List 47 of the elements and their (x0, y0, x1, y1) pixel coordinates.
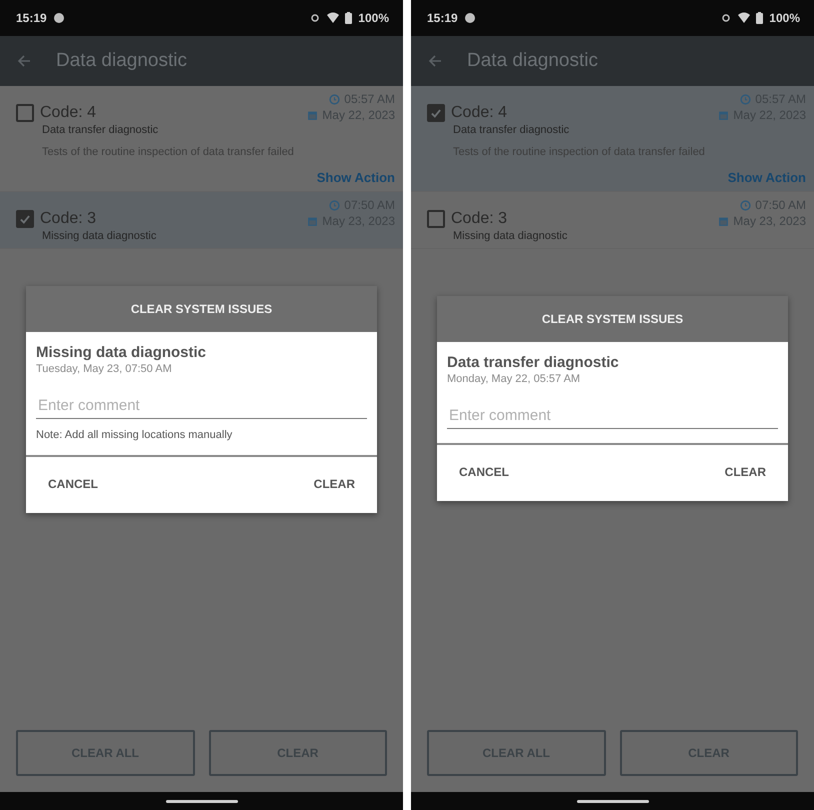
checkbox[interactable] (16, 210, 34, 228)
app-notification-icon (464, 12, 476, 24)
battery-icon (345, 12, 352, 24)
dialog-header: CLEAR SYSTEM ISSUES (26, 286, 377, 332)
calendar-icon (718, 216, 730, 226)
issue-code: Code: 4 (40, 104, 96, 122)
calendar-icon (718, 110, 730, 120)
home-handle[interactable] (576, 800, 648, 802)
issue-code: Code: 4 (451, 104, 508, 122)
issue-name: Missing data diagnostic (453, 230, 568, 242)
status-time: 15:19 (16, 11, 47, 25)
screen-title: Data diagnostic (467, 50, 598, 72)
wifi-icon (327, 12, 340, 24)
dialog-title: Data transfer diagnostic (447, 354, 620, 371)
screen-title: Data diagnostic (56, 50, 187, 72)
back-icon[interactable] (16, 53, 32, 69)
issue-code: Code: 3 (451, 210, 508, 228)
issue-name: Data transfer diagnostic (453, 124, 570, 136)
show-action-link[interactable]: Show Action (728, 170, 806, 185)
clock-icon (740, 94, 752, 104)
issue-name: Missing data diagnostic (42, 230, 158, 242)
back-icon[interactable] (427, 53, 443, 69)
checkbox[interactable] (427, 210, 445, 228)
issue-code: Code: 3 (40, 210, 96, 228)
issue-name: Data transfer diagnostic (42, 124, 160, 136)
sync-icon (309, 12, 322, 24)
battery-icon (756, 12, 764, 24)
clock-icon (740, 200, 752, 210)
dialog-subtitle: Monday, May 22, 05:57 AM (447, 373, 582, 385)
checkbox[interactable] (427, 104, 445, 122)
battery-level: 100% (358, 11, 389, 25)
battery-level: 100% (769, 11, 800, 25)
dialog-note: Note: Add all missing locations manually (36, 429, 234, 441)
wifi-icon (738, 12, 750, 24)
home-handle[interactable] (166, 800, 238, 802)
dialog-subtitle: Tuesday, May 23, 07:50 AM (36, 363, 173, 375)
dialog-header: CLEAR SYSTEM ISSUES (437, 296, 788, 342)
calendar-icon (307, 216, 318, 226)
clock-icon (329, 200, 340, 210)
app-notification-icon (52, 12, 65, 24)
checkbox[interactable] (16, 104, 34, 122)
sync-icon (720, 12, 732, 24)
dialog-title: Missing data diagnostic (36, 344, 208, 361)
status-time: 15:19 (427, 11, 458, 25)
show-action-link[interactable]: Show Action (316, 170, 395, 185)
clock-icon (329, 94, 340, 104)
calendar-icon (307, 110, 318, 120)
